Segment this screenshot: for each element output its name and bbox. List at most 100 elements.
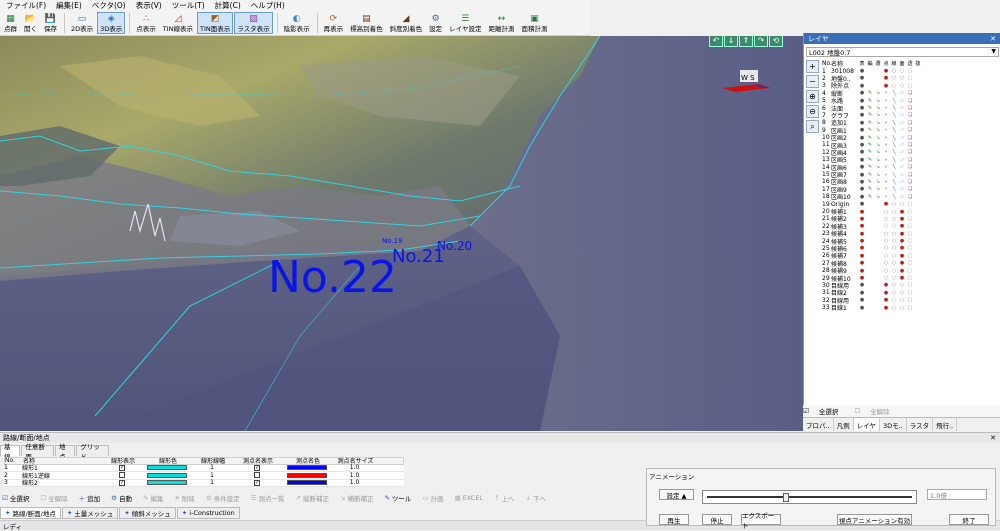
rotate-left-icon[interactable]: ↶ <box>709 36 723 47</box>
layer-flag-icon[interactable]: ○ <box>890 231 898 237</box>
slider-thumb[interactable] <box>783 493 790 502</box>
layer-flag-icon[interactable]: ∘ <box>882 172 890 178</box>
layer-flag-icon[interactable]: ● <box>882 83 890 89</box>
layer-flag-icon[interactable]: ↘ <box>874 186 882 192</box>
layer-flag-icon[interactable]: ╲ <box>890 157 898 163</box>
layer-flag-icon[interactable]: ● <box>898 216 906 222</box>
layer-flag-icon[interactable]: ↘ <box>874 172 882 178</box>
layer-flag-icon[interactable]: ● <box>858 231 866 237</box>
route-action-2[interactable]: ＋追加 <box>79 493 101 503</box>
layer-flag-icon[interactable]: ↘ <box>874 157 882 163</box>
layer-panel-tab-0[interactable]: プロパ.. <box>803 418 834 431</box>
layer-flag-icon[interactable]: ● <box>882 305 890 311</box>
layer-flag-icon[interactable]: ∘ <box>882 142 890 148</box>
close-icon[interactable]: ✕ <box>990 35 996 43</box>
layer-flag-icon[interactable]: ● <box>858 83 866 89</box>
layer-flag-icon[interactable]: ○ <box>882 245 890 251</box>
layer-flag-icon[interactable]: ▢ <box>906 245 914 251</box>
layer-flag-icon[interactable]: ╲ <box>890 142 898 148</box>
layer-flag-icon[interactable]: ● <box>858 253 866 259</box>
bottom-tab-2[interactable]: ✦ 傾斜メッシュ <box>119 507 176 519</box>
magnifier-icon[interactable]: ⌕ <box>806 120 819 133</box>
layer-flag-icon[interactable]: ● <box>858 98 866 104</box>
label-color-swatch[interactable] <box>287 480 327 486</box>
layer-flag-icon[interactable]: ∘ <box>882 127 890 133</box>
layer-flag-icon[interactable]: ▢ <box>906 282 914 288</box>
menu-item-0[interactable]: ファイル(F) <box>2 0 52 11</box>
layer-flag-icon[interactable]: ▱ <box>898 127 906 133</box>
route-tab-1[interactable]: 任意断面 <box>21 443 54 461</box>
layer-flag-icon[interactable]: ● <box>858 290 866 296</box>
layer-flag-icon[interactable]: ∘ <box>882 179 890 185</box>
layer-flag-icon[interactable]: ↘ <box>874 90 882 96</box>
layer-flag-icon[interactable]: ▱ <box>898 194 906 200</box>
toolbar-button-16[interactable]: ▣ 面積計測 <box>518 12 550 34</box>
layer-flag-icon[interactable]: ○ <box>898 75 906 81</box>
layer-flag-icon[interactable]: ● <box>882 68 890 74</box>
layer-flag-icon[interactable]: ╲ <box>890 90 898 96</box>
layer-flag-icon[interactable]: ● <box>858 112 866 118</box>
layer-flag-icon[interactable]: ╲ <box>890 149 898 155</box>
route-action-9[interactable]: ↘ 横断補正 <box>340 493 373 503</box>
bottom-tab-0[interactable]: ✦ 路線/断面/地点 <box>0 507 61 519</box>
layer-flag-icon[interactable]: ✎ <box>866 98 874 104</box>
add-layer-icon[interactable]: + <box>806 60 819 73</box>
layer-flag-icon[interactable]: ∘ <box>882 90 890 96</box>
layer-flag-icon[interactable]: ✎ <box>866 172 874 178</box>
layer-flag-icon[interactable]: ▱ <box>898 179 906 185</box>
layer-flag-icon[interactable]: ● <box>858 157 866 163</box>
route-action-12[interactable]: ▦ EXCEL <box>455 494 484 502</box>
layer-flag-icon[interactable]: ● <box>858 127 866 133</box>
layer-flag-icon[interactable]: ✎ <box>866 135 874 141</box>
layer-flag-icon[interactable]: ╲ <box>890 105 898 111</box>
layer-flag-icon[interactable]: ↘ <box>874 112 882 118</box>
close-icon[interactable]: ✕ <box>990 434 996 442</box>
menu-item-5[interactable]: 計算(C) <box>211 0 247 11</box>
reset-view-icon[interactable]: ⟲ <box>769 36 783 47</box>
layer-flag-icon[interactable]: ❏ <box>906 179 914 185</box>
layer-flag-icon[interactable]: ▱ <box>898 186 906 192</box>
layer-flag-icon[interactable]: ❏ <box>906 98 914 104</box>
bottom-tab-1[interactable]: ✦ 土量メッシュ <box>61 507 119 519</box>
layer-flag-icon[interactable]: ▱ <box>898 112 906 118</box>
label-show-checkbox[interactable]: ✓ <box>254 479 260 486</box>
layer-flag-icon[interactable]: ○ <box>882 216 890 222</box>
alignment-color-swatch[interactable] <box>147 465 187 471</box>
menu-item-4[interactable]: ツール(T) <box>168 0 211 11</box>
layer-flag-icon[interactable]: ● <box>898 238 906 244</box>
layer-row[interactable]: 33 目線1 ● ● ○ ○ ▢ <box>822 304 999 312</box>
alignment-show-checkbox[interactable] <box>119 472 125 479</box>
layer-flag-icon[interactable]: ▢ <box>906 275 914 281</box>
layer-flag-icon[interactable]: ↘ <box>874 142 882 148</box>
layer-flag-icon[interactable]: ○ <box>890 245 898 251</box>
layer-flag-icon[interactable]: ❏ <box>906 164 914 170</box>
layer-flag-icon[interactable]: ● <box>858 68 866 74</box>
route-action-7[interactable]: ☰ 測点一覧 <box>251 493 285 503</box>
rotate-up-icon[interactable]: ⇑ <box>739 36 753 47</box>
layer-flag-icon[interactable]: ▢ <box>906 231 914 237</box>
route-action-8[interactable]: ↗ 縦断補正 <box>296 493 329 503</box>
layer-flag-icon[interactable]: ○ <box>882 209 890 215</box>
layer-flag-icon[interactable]: ● <box>858 245 866 251</box>
layer-flag-icon[interactable]: ↘ <box>874 149 882 155</box>
layer-flag-icon[interactable]: ❏ <box>906 149 914 155</box>
layer-flag-icon[interactable]: ❏ <box>906 186 914 192</box>
label-color-swatch[interactable] <box>287 472 327 478</box>
layer-flag-icon[interactable]: ▱ <box>898 120 906 126</box>
layer-flag-icon[interactable]: ○ <box>898 282 906 288</box>
route-action-5[interactable]: ✕ 削除 <box>174 493 194 503</box>
layer-flag-icon[interactable]: ▱ <box>898 90 906 96</box>
layer-flag-icon[interactable]: ○ <box>882 238 890 244</box>
layer-flag-icon[interactable]: ● <box>882 290 890 296</box>
layer-flag-icon[interactable]: ✎ <box>866 149 874 155</box>
layer-flag-icon[interactable]: ▢ <box>906 253 914 259</box>
toolbar-button-2[interactable]: 💾 保存 <box>41 12 60 34</box>
play-button[interactable]: 再生 <box>659 514 689 525</box>
menu-item-1[interactable]: 編集(E) <box>52 0 88 11</box>
layer-panel-tab-3[interactable]: 3Dモ.. <box>880 418 907 431</box>
layer-flag-icon[interactable]: ○ <box>882 231 890 237</box>
layer-flag-icon[interactable]: ✎ <box>866 120 874 126</box>
layer-flag-icon[interactable]: ❏ <box>906 135 914 141</box>
layer-flag-icon[interactable]: ○ <box>890 201 898 207</box>
select-all-layers-button[interactable]: ☑ 全選択 <box>803 406 846 416</box>
